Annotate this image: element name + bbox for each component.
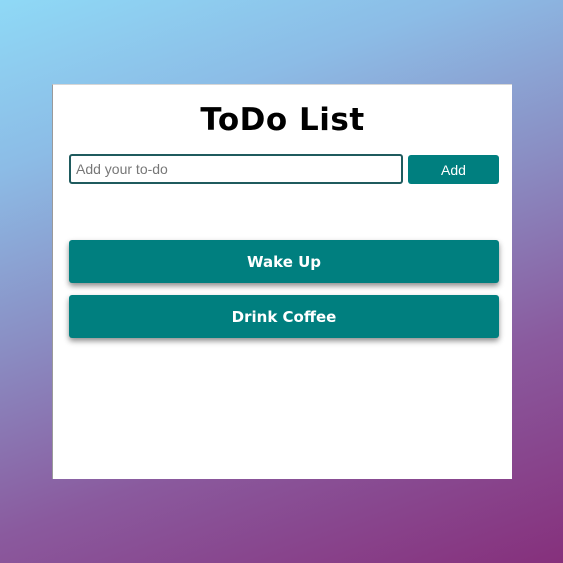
todo-list: Wake Up Drink Coffee <box>69 240 499 350</box>
todo-card: ToDo List Add Wake Up Drink Coffee <box>52 84 512 479</box>
todo-item-drink-coffee[interactable]: Drink Coffee <box>69 295 499 338</box>
todo-input[interactable] <box>69 154 403 184</box>
add-button[interactable]: Add <box>408 155 499 184</box>
todo-item-wake-up[interactable]: Wake Up <box>69 240 499 283</box>
page-title: ToDo List <box>200 102 365 138</box>
